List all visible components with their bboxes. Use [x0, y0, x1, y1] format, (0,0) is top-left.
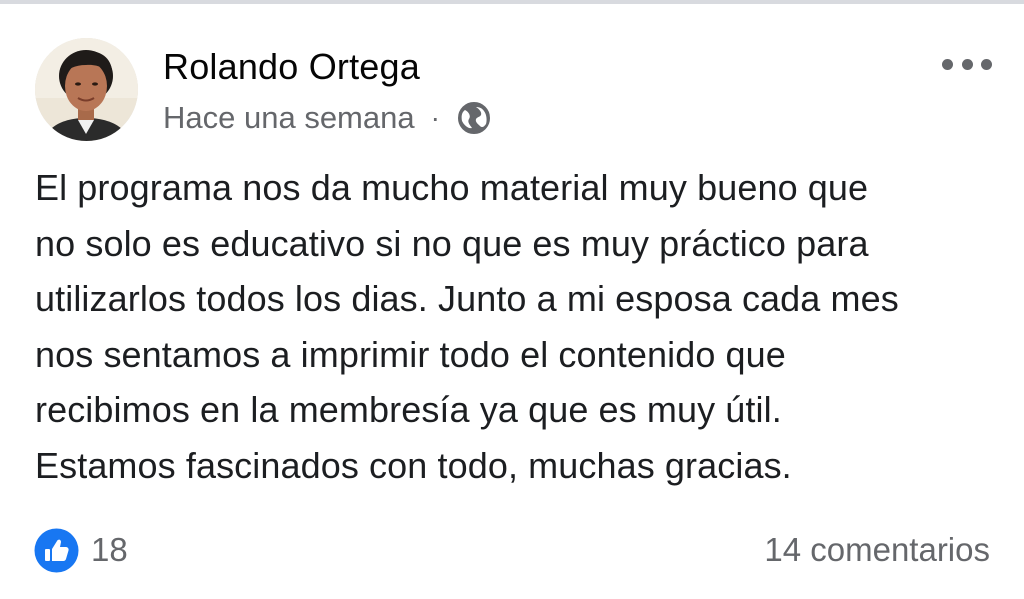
- more-dot: [981, 58, 992, 70]
- top-divider: [0, 0, 1024, 4]
- reaction-count: 18: [91, 531, 128, 568]
- more-dot: [942, 58, 953, 70]
- comment-count[interactable]: 14 comentarios: [764, 527, 990, 573]
- more-options-icon[interactable]: [942, 54, 992, 74]
- more-dot: [961, 58, 973, 70]
- globe-icon[interactable]: [456, 100, 492, 136]
- post-meta: Hace una semana ·: [163, 98, 492, 138]
- post-body: El programa nos da mucho material muy bu…: [35, 167, 899, 486]
- avatar-image: [35, 38, 138, 141]
- post-timestamp[interactable]: Hace una semana: [163, 100, 415, 136]
- author-name[interactable]: Rolando Ortega: [163, 44, 420, 90]
- meta-separator: ·: [430, 102, 440, 133]
- avatar[interactable]: [35, 38, 138, 141]
- reactions-summary[interactable]: 18: [34, 527, 128, 573]
- like-icon: [34, 528, 79, 572]
